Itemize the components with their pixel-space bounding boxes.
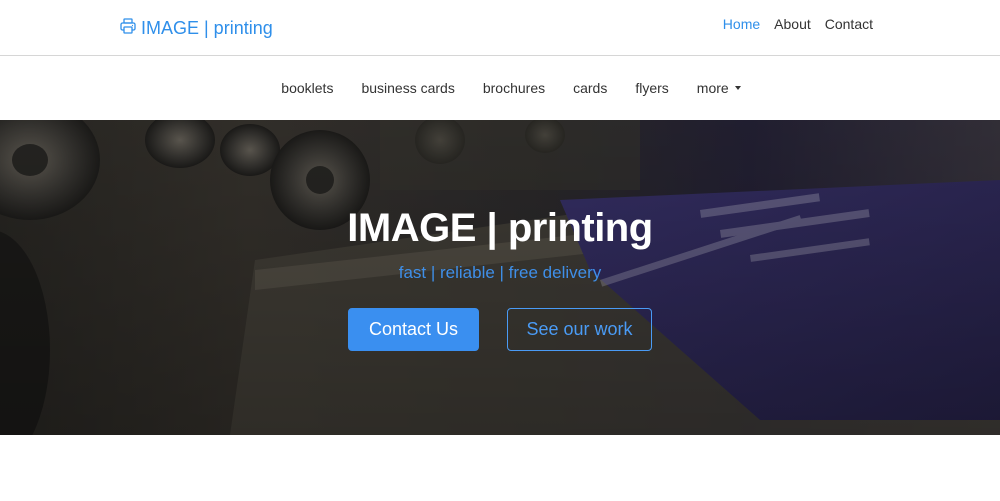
brand-link[interactable]: IMAGE | printing	[119, 16, 273, 40]
more-dropdown[interactable]: more	[697, 78, 741, 97]
nav-contact[interactable]: Contact	[825, 15, 873, 33]
category-cards[interactable]: cards	[573, 79, 607, 97]
hero-content: IMAGE | printing fast | reliable | free …	[0, 120, 1000, 435]
top-navbar: IMAGE | printing Home About Contact	[0, 0, 1000, 56]
hero-banner: IMAGE | printing fast | reliable | free …	[0, 120, 1000, 435]
nav-home[interactable]: Home	[723, 15, 760, 33]
category-business-cards[interactable]: business cards	[361, 79, 454, 97]
category-brochures[interactable]: brochures	[483, 79, 545, 97]
printer-icon	[119, 17, 137, 40]
nav-about[interactable]: About	[774, 15, 811, 33]
category-nav: booklets business cards brochures cards …	[0, 79, 1000, 97]
category-booklets[interactable]: booklets	[281, 79, 333, 97]
hero-title: IMAGE | printing	[347, 206, 653, 250]
brand-name: IMAGE | printing	[141, 17, 273, 38]
see-our-work-button[interactable]: See our work	[507, 308, 652, 351]
main-nav: Home About Contact	[723, 15, 873, 33]
category-navbar: booklets business cards brochures cards …	[0, 56, 1000, 120]
contact-us-button[interactable]: Contact Us	[348, 308, 479, 351]
hero-tagline: fast | reliable | free delivery	[398, 263, 602, 282]
category-flyers[interactable]: flyers	[635, 79, 668, 97]
more-label: more	[696, 79, 729, 96]
caret-down-icon	[734, 85, 741, 90]
